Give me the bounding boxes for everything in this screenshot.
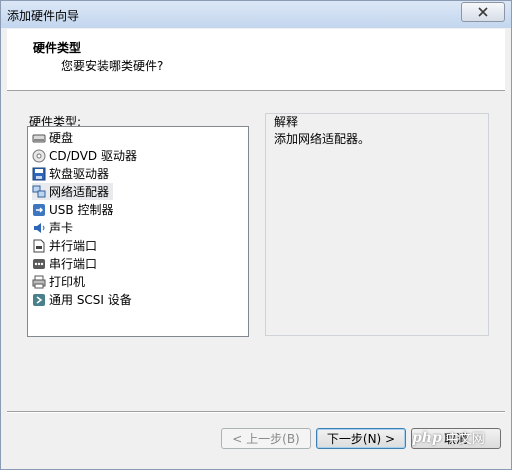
list-item-label: 声卡	[49, 221, 74, 235]
wizard-window: 添加硬件向导 硬件类型 您要安装哪类硬件? 硬件类型: 硬盘 CD/DVD 驱动…	[0, 0, 512, 470]
usb-icon	[33, 203, 45, 216]
printer-icon	[32, 275, 46, 288]
list-item-parallel-port[interactable]: 并行端口	[32, 237, 101, 254]
close-button[interactable]	[461, 2, 505, 22]
list-item-label: 并行端口	[49, 239, 98, 253]
list-item-sound-card[interactable]: 声卡	[32, 219, 77, 236]
list-item-label: 硬盘	[49, 131, 74, 145]
parallel-port-icon	[33, 239, 45, 252]
wizard-body: 硬件类型 您要安装哪类硬件? 硬件类型: 硬盘 CD/DVD 驱动器 软盘驱动器…	[7, 29, 505, 463]
list-item-scsi[interactable]: 通用 SCSI 设备	[32, 291, 136, 308]
list-item-label: 网络适配器	[49, 185, 110, 199]
title-bar[interactable]: 添加硬件向导	[1, 1, 511, 28]
window-title: 添加硬件向导	[7, 9, 80, 23]
list-item-serial-port[interactable]: 串行端口	[32, 255, 101, 272]
watermark-logo: php 中文网	[412, 428, 485, 448]
list-item-usb[interactable]: USB 控制器	[32, 201, 117, 218]
watermark-brand: php	[412, 429, 442, 446]
serial-port-icon	[33, 258, 45, 269]
hardware-type-list[interactable]: 硬盘 CD/DVD 驱动器 软盘驱动器 网络适配器 USB 控制器 声卡 并行端…	[27, 126, 249, 337]
list-item-cd-dvd[interactable]: CD/DVD 驱动器	[32, 147, 141, 164]
description-panel: 解释 添加网络适配器。	[265, 113, 489, 336]
description-title: 解释	[274, 115, 299, 129]
list-item-printer[interactable]: 打印机	[32, 273, 89, 290]
back-button[interactable]: < 上一步(B)	[221, 428, 311, 449]
close-icon	[478, 7, 488, 17]
page-subtitle: 您要安装哪类硬件?	[61, 59, 164, 73]
cd-dvd-icon	[32, 149, 46, 162]
footer-divider	[7, 411, 505, 413]
list-item-label: CD/DVD 驱动器	[49, 149, 137, 163]
list-item-label: 软盘驱动器	[49, 167, 110, 181]
page-title: 硬件类型	[33, 41, 82, 55]
list-item-network-adapter[interactable]: 网络适配器	[32, 183, 114, 200]
wizard-header: 硬件类型 您要安装哪类硬件?	[7, 29, 505, 91]
list-item-label: 通用 SCSI 设备	[49, 293, 132, 307]
list-item-floppy[interactable]: 软盘驱动器	[32, 165, 113, 182]
sound-card-icon	[34, 222, 45, 233]
hard-disk-icon	[32, 134, 46, 142]
list-item-label: USB 控制器	[49, 203, 114, 217]
watermark-text: 中文网	[445, 432, 485, 447]
network-adapter-icon	[32, 185, 46, 197]
scsi-icon	[33, 293, 45, 306]
floppy-icon	[32, 167, 46, 180]
list-item-hard-disk[interactable]: 硬盘	[32, 129, 77, 146]
list-item-label: 串行端口	[49, 257, 98, 271]
list-item-label: 打印机	[49, 275, 86, 289]
description-text: 添加网络适配器。	[274, 132, 371, 146]
next-button[interactable]: 下一步(N) >	[316, 428, 406, 449]
